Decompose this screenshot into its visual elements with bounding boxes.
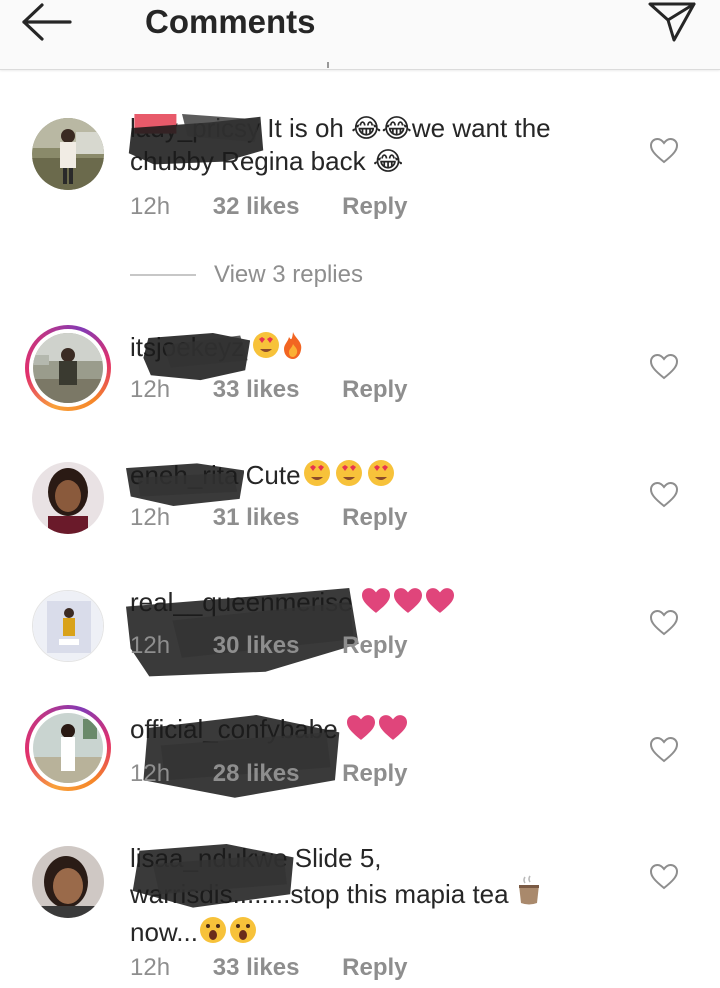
comment-item: itsjoekeyz 12h 33 likes Reply <box>0 320 720 420</box>
comment-item: lady_pricsy It is oh 😂😂we want the chubb… <box>0 110 720 250</box>
like-button[interactable] <box>649 353 679 380</box>
open-mouth-emoji <box>198 915 228 953</box>
heart-outline-icon <box>649 863 679 890</box>
avatar[interactable] <box>32 590 104 662</box>
avatar[interactable] <box>32 846 104 918</box>
pink-heart-emoji <box>377 714 409 750</box>
comment-username[interactable]: itsjoekeyz <box>130 331 251 381</box>
tea-emoji <box>516 875 542 915</box>
comment-likes[interactable]: 28 likes <box>213 760 300 787</box>
arrow-left-icon <box>22 3 72 41</box>
like-button[interactable] <box>649 736 679 763</box>
comment-text-line1: Slide 5, <box>287 843 382 873</box>
avatar-with-story[interactable] <box>25 705 111 791</box>
comment-username[interactable]: lady_pricsy <box>128 112 264 165</box>
heart-eyes-emoji <box>301 458 333 496</box>
comment-time: 12h <box>130 760 171 787</box>
share-button[interactable] <box>644 0 700 44</box>
comment-text <box>338 714 345 744</box>
heart-outline-icon <box>649 137 679 164</box>
comment-username[interactable]: official_confybabe <box>130 713 340 798</box>
comment-item: eneh_rita Cute 12h 31 likes Reply <box>0 452 720 552</box>
comment-item: real__queenmerise 12h 30 likes Reply <box>0 580 720 680</box>
comment-time: 12h <box>130 954 171 981</box>
reply-button[interactable]: Reply <box>342 632 407 659</box>
heart-outline-icon <box>649 353 679 380</box>
heart-eyes-emoji <box>365 458 397 496</box>
comment-username[interactable]: lisaa_ndukwe <box>130 842 294 908</box>
avatar[interactable] <box>32 462 104 534</box>
like-button[interactable] <box>649 863 679 890</box>
reply-button[interactable]: Reply <box>342 760 407 787</box>
comment-item: official_confybabe 12h 28 likes Reply <box>0 705 720 805</box>
comment-time: 12h <box>130 504 171 531</box>
comment-meta: 12h 33 likes Reply <box>130 953 444 983</box>
view-replies-label: View 3 replies <box>214 261 363 288</box>
comment-meta: 12h 30 likes Reply <box>130 631 444 661</box>
pink-heart-emoji <box>424 587 456 623</box>
reply-button[interactable]: Reply <box>342 504 407 531</box>
reply-button[interactable]: Reply <box>342 376 407 403</box>
comment-likes[interactable]: 30 likes <box>213 632 300 659</box>
like-button[interactable] <box>649 137 679 164</box>
heart-outline-icon <box>649 609 679 636</box>
open-mouth-emoji <box>228 915 258 953</box>
pink-heart-emoji <box>345 714 377 750</box>
comment-meta: 12h 31 likes Reply <box>130 503 444 533</box>
comment-item: lisaa_ndukwe Slide 5, warrisdis........s… <box>0 840 720 988</box>
fire-emoji <box>281 330 305 368</box>
comment-likes[interactable]: 33 likes <box>213 954 300 981</box>
comment-time: 12h <box>130 193 171 220</box>
back-button[interactable] <box>18 2 78 42</box>
comment-time: 12h <box>130 376 171 403</box>
comment-likes[interactable]: 33 likes <box>213 376 300 403</box>
comment-text-line2: warrisdis........stop this mapia tea <box>130 879 516 909</box>
comment-text <box>353 587 360 617</box>
heart-outline-icon <box>649 481 679 508</box>
reply-button[interactable]: Reply <box>342 954 407 981</box>
comment-likes[interactable]: 32 likes <box>213 193 300 220</box>
top-bar: Comments <box>0 0 720 70</box>
heart-eyes-emoji <box>333 458 365 496</box>
replies-divider <box>130 274 196 276</box>
reply-button[interactable]: Reply <box>342 193 407 220</box>
pink-heart-emoji <box>392 587 424 623</box>
avatar-with-story[interactable] <box>25 325 111 411</box>
page-title: Comments <box>145 3 316 40</box>
heart-outline-icon <box>649 736 679 763</box>
paper-plane-icon <box>648 2 696 42</box>
avatar[interactable] <box>32 118 104 190</box>
comment-likes[interactable]: 31 likes <box>213 504 300 531</box>
heart-eyes-emoji <box>251 330 281 368</box>
comment-meta: 12h 33 likes Reply <box>130 375 444 405</box>
scroll-indicator <box>327 62 329 68</box>
pink-heart-emoji <box>360 587 392 623</box>
comment-meta: 12h 32 likes Reply <box>130 192 444 222</box>
comment-time: 12h <box>130 632 171 659</box>
like-button[interactable] <box>649 481 679 508</box>
comment-username[interactable]: real__queenmerise <box>126 586 359 677</box>
comment-text-line3: now... <box>130 917 198 947</box>
comment-username[interactable]: eneh_rita <box>126 459 245 506</box>
comment-text: Cute <box>238 460 301 490</box>
like-button[interactable] <box>649 609 679 636</box>
comment-meta: 12h 28 likes Reply <box>130 759 444 789</box>
view-replies-link[interactable]: View 3 replies <box>130 258 430 292</box>
